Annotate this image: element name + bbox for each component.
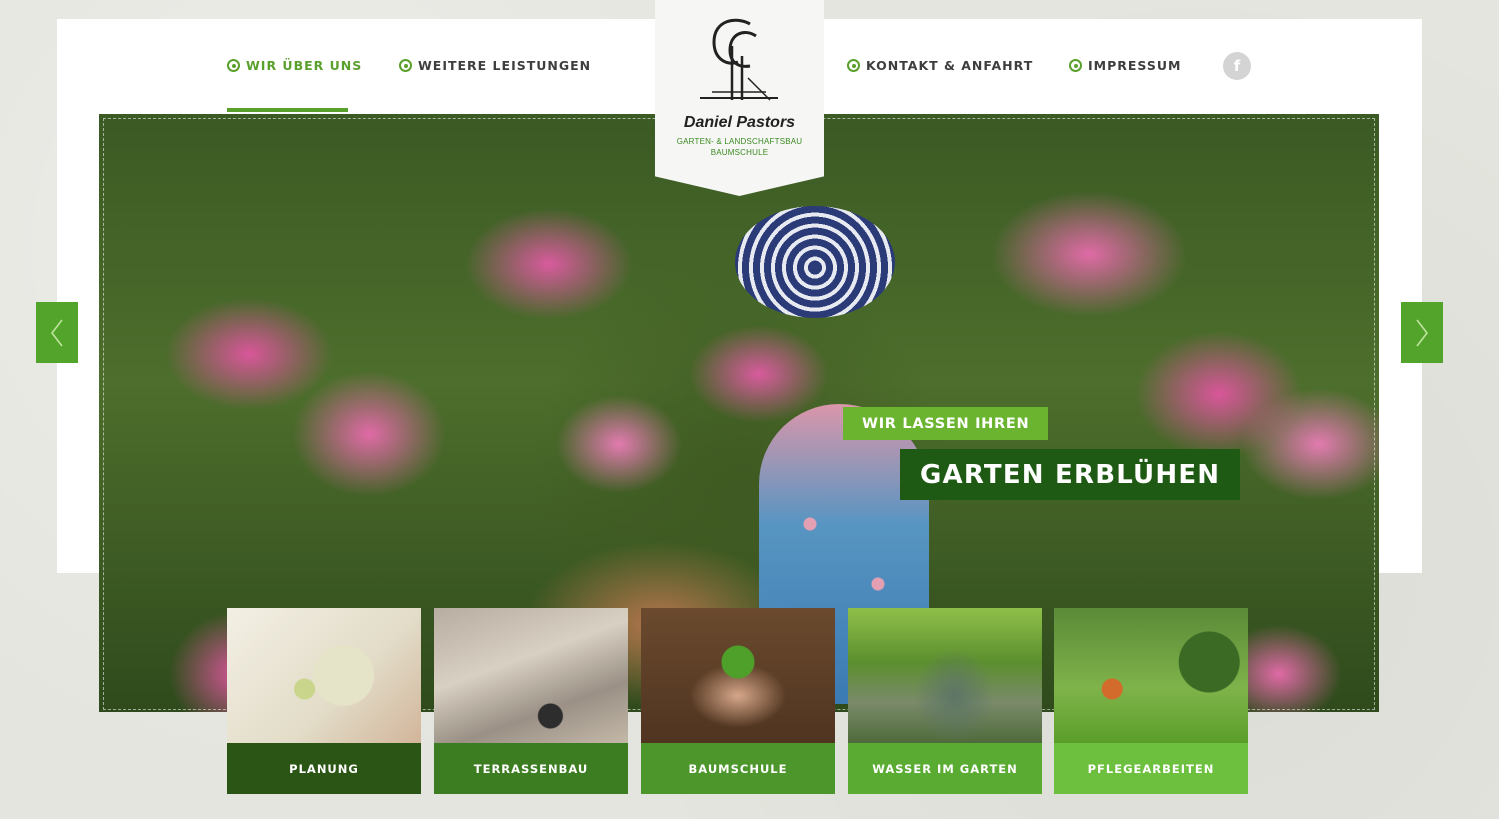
service-image-terrassenbau [434, 608, 628, 743]
bullet-icon [847, 59, 860, 72]
logo-subtitle-1: GARTEN- & LANDSCHAFTSBAU [676, 137, 803, 146]
service-label: WASSER IM GARTEN [848, 743, 1042, 794]
nav-item-wir-ueber-uns[interactable]: WIR ÜBER UNS [227, 58, 362, 73]
active-nav-underline [227, 108, 348, 112]
service-label: PFLEGEARBEITEN [1054, 743, 1248, 794]
slider-prev-button[interactable] [36, 302, 78, 363]
service-image-wasser-im-garten [848, 608, 1042, 743]
bullet-icon [1069, 59, 1082, 72]
service-image-planung [227, 608, 421, 743]
service-tile-wasser-im-garten[interactable]: WASSER IM GARTEN [848, 608, 1042, 794]
service-label: BAUMSCHULE [641, 743, 835, 794]
nav-label: WEITERE LEISTUNGEN [418, 58, 592, 73]
nav-label: KONTAKT & ANFAHRT [866, 58, 1034, 73]
service-image-pflegearbeiten [1054, 608, 1248, 743]
facebook-icon[interactable]: f [1223, 52, 1251, 80]
bullet-icon [399, 59, 412, 72]
service-tile-baumschule[interactable]: BAUMSCHULE [641, 608, 835, 794]
slider-next-button[interactable] [1401, 302, 1443, 363]
logo-subtitle-2: BAUMSCHULE [710, 148, 769, 157]
slide-tagline-small: WIR LASSEN IHREN [843, 407, 1049, 440]
hero-image-hat [735, 206, 895, 318]
slide-tagline-large: GARTEN ERBLÜHEN [900, 449, 1241, 500]
nav-item-kontakt-anfahrt[interactable]: KONTAKT & ANFAHRT [847, 58, 1033, 73]
service-tile-planung[interactable]: PLANUNG [227, 608, 421, 794]
logo-mark-icon [700, 18, 778, 101]
service-tile-pflegearbeiten[interactable]: PFLEGEARBEITEN [1054, 608, 1248, 794]
chevron-left-icon [50, 319, 63, 346]
nav-label: WIR ÜBER UNS [246, 58, 363, 73]
bullet-icon [227, 59, 240, 72]
nav-item-impressum[interactable]: IMPRESSUM [1069, 58, 1181, 73]
logo[interactable]: Daniel Pastors GARTEN- & LANDSCHAFTSBAU … [655, 0, 824, 196]
nav-label: IMPRESSUM [1088, 58, 1182, 73]
chevron-right-icon [1416, 319, 1429, 346]
logo-name: Daniel Pastors [683, 114, 796, 131]
service-label: PLANUNG [227, 743, 421, 794]
service-tile-terrassenbau[interactable]: TERRASSENBAU [434, 608, 628, 794]
service-image-baumschule [641, 608, 835, 743]
nav-item-weitere-leistungen[interactable]: WEITERE LEISTUNGEN [399, 58, 591, 73]
service-label: TERRASSENBAU [434, 743, 628, 794]
